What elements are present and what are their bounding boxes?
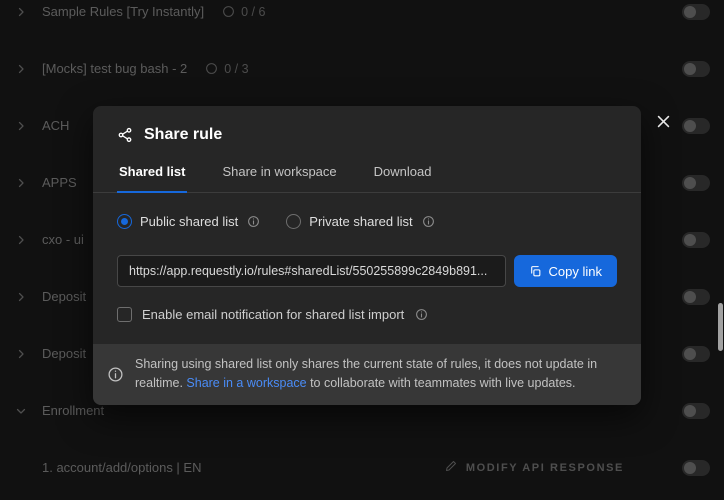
info-icon xyxy=(247,215,260,228)
info-icon xyxy=(415,308,428,321)
modal-title: Share rule xyxy=(144,126,223,143)
visibility-radio-group: Public shared list Private shared list xyxy=(117,214,617,229)
share-in-workspace-link[interactable]: Share in a workspace xyxy=(186,376,306,390)
shared-link-input[interactable] xyxy=(117,255,506,287)
close-icon xyxy=(655,115,672,133)
copy-link-label: Copy link xyxy=(548,263,602,279)
radio-private-label: Private shared list xyxy=(309,214,413,229)
modal-close-button[interactable] xyxy=(653,111,674,132)
email-notification-checkbox[interactable]: Enable email notification for shared lis… xyxy=(117,307,617,322)
share-rule-dialog: Share rule Shared list Share in workspac… xyxy=(93,106,641,405)
shared-link-row: Copy link xyxy=(117,255,617,287)
radio-public-label: Public shared list xyxy=(140,214,239,229)
radio-unchecked-icon xyxy=(286,214,302,229)
radio-checked-icon xyxy=(117,214,132,229)
copy-link-button[interactable]: Copy link xyxy=(513,255,617,287)
radio-private-shared-list[interactable]: Private shared list xyxy=(286,214,434,229)
shared-list-note: Sharing using shared list only shares th… xyxy=(93,344,641,405)
info-icon xyxy=(422,215,435,228)
tab-download[interactable]: Download xyxy=(372,154,434,192)
tab-share-in-workspace[interactable]: Share in workspace xyxy=(220,154,338,192)
checkbox-icon xyxy=(117,307,132,322)
app-screen: Sample Rules [Try Instantly] 0 / 6 [Mock… xyxy=(0,0,724,500)
modal-body: Public shared list Private shared list C… xyxy=(93,193,641,322)
radio-public-shared-list[interactable]: Public shared list xyxy=(117,214,260,229)
copy-icon xyxy=(529,265,542,278)
tab-shared-list[interactable]: Shared list xyxy=(117,154,188,193)
info-icon xyxy=(107,366,124,383)
scrollbar-thumb[interactable] xyxy=(718,303,723,351)
share-icon xyxy=(117,127,133,143)
modal-header: Share rule xyxy=(93,106,641,144)
note-text: Sharing using shared list only shares th… xyxy=(135,355,625,394)
email-notification-label: Enable email notification for shared lis… xyxy=(142,307,405,322)
note-text-after: to collaborate with teammates with live … xyxy=(306,376,576,391)
tab-bar: Shared list Share in workspace Download xyxy=(93,154,641,193)
